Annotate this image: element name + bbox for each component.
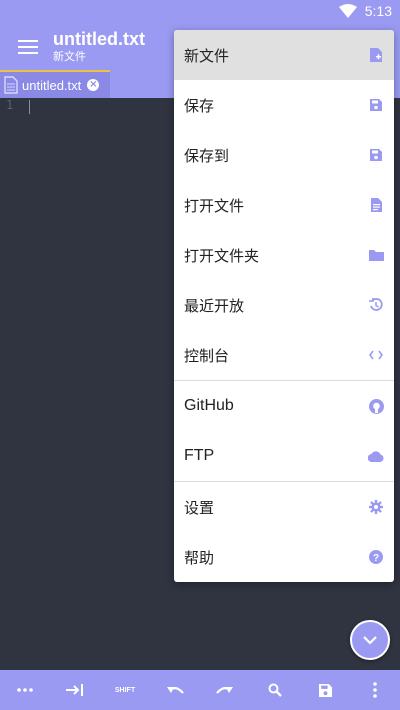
menu-item-github[interactable]: GitHub <box>174 381 394 431</box>
menu-item-label: 保存 <box>184 96 215 115</box>
menu-item-recent[interactable]: 最近开放 <box>174 280 394 330</box>
svg-text:?: ? <box>373 553 379 564</box>
github-icon <box>368 398 384 414</box>
menu-item-console[interactable]: 控制台 <box>174 330 394 380</box>
vertical-ellipsis-icon <box>373 682 377 698</box>
status-icons: 5:13 <box>338 3 392 19</box>
menu-item-label: 帮助 <box>184 548 215 567</box>
undo-icon <box>167 686 184 694</box>
menu-item-label: 设置 <box>184 498 215 517</box>
ellipsis-icon <box>17 688 33 692</box>
save-as-icon <box>368 147 384 163</box>
save-icon <box>318 683 332 697</box>
page-subtitle: 新文件 <box>53 50 86 63</box>
redo-icon <box>216 686 233 694</box>
bottom-toolbar: SHIFT <box>0 670 400 710</box>
close-icon[interactable]: × <box>87 79 100 91</box>
menu-item-help[interactable]: 帮助 ? <box>174 532 394 582</box>
menu-item-label: 控制台 <box>184 346 230 365</box>
clock: 5:13 <box>364 3 392 19</box>
menu-item-save[interactable]: 保存 <box>174 80 394 130</box>
menu-item-label: 最近开放 <box>184 296 245 315</box>
shift-key-button[interactable]: SHIFT <box>105 670 145 710</box>
hamburger-menu-button[interactable] <box>14 36 42 58</box>
folder-icon <box>368 247 384 263</box>
text-cursor <box>29 100 30 114</box>
menu-item-label: 保存到 <box>184 146 230 165</box>
menu-item-label: GitHub <box>184 397 234 414</box>
expand-toolbar-button[interactable] <box>350 620 390 660</box>
overflow-menu-button[interactable] <box>355 670 395 710</box>
tab-label: untitled.txt <box>22 77 82 93</box>
code-icon <box>368 347 384 363</box>
hamburger-icon <box>18 40 38 54</box>
history-icon <box>368 297 384 313</box>
new-file-icon <box>368 47 384 63</box>
overflow-menu: 新文件 保存 保存到 打开文件 打开文件夹 最近开放 控制台 GitHub FT… <box>174 30 394 582</box>
help-icon: ? <box>368 549 384 565</box>
menu-item-open-folder[interactable]: 打开文件夹 <box>174 230 394 280</box>
cloud-icon <box>368 448 384 464</box>
chevron-down-icon <box>363 636 377 645</box>
line-number: 1 <box>6 98 14 112</box>
open-file-icon <box>368 197 384 213</box>
redo-button[interactable] <box>205 670 245 710</box>
title-block: untitled.txt 新文件 <box>53 28 145 64</box>
menu-item-open-file[interactable]: 打开文件 <box>174 180 394 230</box>
tab-untitled[interactable]: untitled.txt × <box>0 70 110 98</box>
menu-item-label: 打开文件 <box>184 196 245 215</box>
menu-item-settings[interactable]: 设置 <box>174 482 394 532</box>
menu-item-save-as[interactable]: 保存到 <box>174 130 394 180</box>
menu-item-label: FTP <box>184 447 215 464</box>
tab-key-button[interactable] <box>55 670 95 710</box>
tab-arrow-icon <box>66 684 83 696</box>
search-button[interactable] <box>255 670 295 710</box>
undo-button[interactable] <box>155 670 195 710</box>
save-icon <box>368 97 384 113</box>
menu-item-ftp[interactable]: FTP <box>174 431 394 481</box>
page-title: untitled.txt <box>53 29 145 49</box>
search-icon <box>268 683 282 697</box>
more-symbols-button[interactable] <box>5 670 45 710</box>
menu-item-new-file[interactable]: 新文件 <box>174 30 394 80</box>
shift-label: SHIFT <box>114 686 136 694</box>
file-icon <box>4 76 18 94</box>
gear-icon <box>368 499 384 515</box>
menu-item-label: 打开文件夹 <box>184 246 260 265</box>
menu-item-label: 新文件 <box>184 46 230 65</box>
status-bar: 5:13 <box>0 0 400 24</box>
wifi-icon <box>338 4 357 18</box>
save-toolbar-button[interactable] <box>305 670 345 710</box>
